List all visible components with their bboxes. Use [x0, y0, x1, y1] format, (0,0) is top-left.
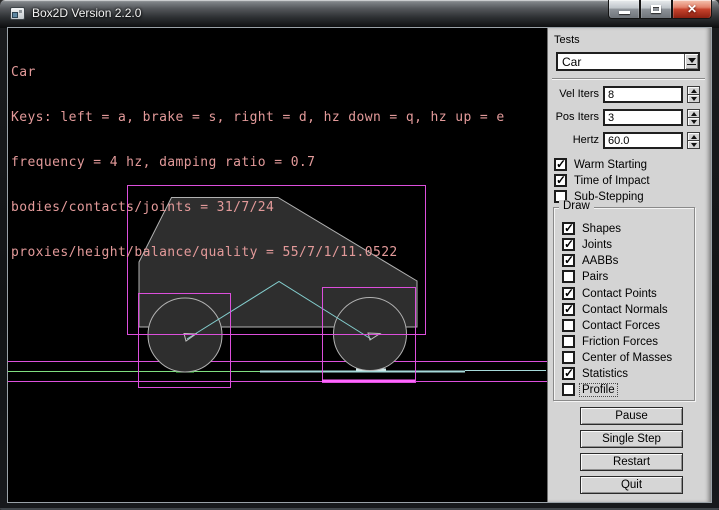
- checkbox-box[interactable]: [562, 351, 575, 364]
- checkbox-box[interactable]: [562, 270, 575, 283]
- checkbox-box[interactable]: [562, 287, 575, 300]
- pos-iters-input[interactable]: [603, 109, 683, 126]
- checkbox-contact-normals[interactable]: Contact Normals: [562, 303, 670, 316]
- spinner-up-button[interactable]: [687, 132, 700, 141]
- checkbox-pairs[interactable]: Pairs: [562, 270, 610, 283]
- vel-iters-spinner: [687, 86, 700, 103]
- draw-group-title: Draw: [559, 200, 594, 212]
- checkbox-label: Statistics: [580, 368, 630, 380]
- pos-iters-spinner: [687, 109, 700, 126]
- tests-dropdown-value: Car: [558, 55, 684, 69]
- stats-line-frequency: frequency = 4 hz, damping ratio = 0.7: [11, 155, 505, 170]
- checkbox-label: AABBs: [580, 255, 620, 267]
- checkbox-box[interactable]: [554, 174, 567, 187]
- tests-label: Tests: [554, 34, 580, 46]
- stats-text: Car Keys: left = a, brake = s, right = d…: [11, 35, 505, 290]
- checkbox-shapes[interactable]: Shapes: [562, 222, 623, 235]
- checkbox-time-of-impact[interactable]: Time of Impact: [554, 174, 652, 187]
- checkbox-warm-starting[interactable]: Warm Starting: [554, 158, 649, 171]
- triangle-up-icon: [691, 89, 697, 93]
- app-icon-dot: [19, 10, 22, 13]
- pos-iters-row: Pos Iters: [548, 109, 712, 126]
- checkbox-label: Contact Forces: [580, 320, 662, 332]
- checkbox-label: Shapes: [580, 223, 623, 235]
- pos-iters-label: Pos Iters: [548, 111, 599, 123]
- checkbox-box[interactable]: [562, 367, 575, 380]
- checkbox-profile[interactable]: Profile: [562, 383, 617, 396]
- maximize-button[interactable]: [640, 0, 672, 19]
- checkbox-label: Friction Forces: [580, 336, 660, 348]
- chevron-down-icon: [688, 58, 696, 63]
- spinner-down-button[interactable]: [687, 118, 700, 126]
- checkbox-box[interactable]: [562, 254, 575, 267]
- triangle-down-icon: [691, 97, 697, 101]
- checkbox-friction-forces[interactable]: Friction Forces: [562, 335, 660, 348]
- checkbox-box[interactable]: [562, 319, 575, 332]
- hertz-label: Hertz: [548, 134, 599, 146]
- spinner-down-button[interactable]: [687, 141, 700, 149]
- vel-iters-row: Vel Iters: [548, 86, 712, 103]
- hertz-row: Hertz: [548, 132, 712, 149]
- triangle-down-icon: [691, 120, 697, 124]
- checkbox-statistics[interactable]: Statistics: [562, 367, 630, 380]
- vel-iters-input[interactable]: [603, 86, 683, 103]
- chevron-underline: [687, 64, 696, 65]
- stats-line-proxies: proxies/height/balance/quality = 55/7/1/…: [11, 245, 505, 260]
- spinner-up-button[interactable]: [687, 109, 700, 118]
- stats-line-title: Car: [11, 65, 505, 80]
- checkbox-label: Warm Starting: [572, 159, 649, 171]
- triangle-down-icon: [691, 143, 697, 147]
- app-window: Box2D Version 2.2.0 ✕: [0, 0, 719, 510]
- minimize-icon: [619, 11, 630, 14]
- control-sidebar: Tests Car Vel Iters Pos Iters: [547, 28, 711, 502]
- tests-dropdown[interactable]: Car: [556, 52, 700, 71]
- separator: [552, 78, 705, 80]
- tests-dropdown-arrow-button[interactable]: [684, 54, 698, 69]
- stats-line-bodies: bodies/contacts/joints = 31/7/24: [11, 200, 505, 215]
- restart-button[interactable]: Restart: [580, 453, 683, 471]
- checkbox-label: Pairs: [580, 271, 610, 283]
- hertz-spinner: [687, 132, 700, 149]
- checkbox-label: Joints: [580, 239, 614, 251]
- vel-iters-label: Vel Iters: [548, 88, 599, 100]
- maximize-icon: [651, 5, 661, 13]
- single-step-button[interactable]: Single Step: [580, 430, 683, 448]
- checkbox-box[interactable]: [562, 383, 575, 396]
- pause-button[interactable]: Pause: [580, 407, 683, 425]
- window-title: Box2D Version 2.2.0: [32, 0, 141, 28]
- checkbox-label: Profile: [580, 384, 617, 396]
- hertz-input[interactable]: [603, 132, 683, 149]
- spinner-up-button[interactable]: [687, 86, 700, 95]
- checkbox-box[interactable]: [562, 335, 575, 348]
- triangle-up-icon: [691, 112, 697, 116]
- stats-line-keys: Keys: left = a, brake = s, right = d, hz…: [11, 110, 505, 125]
- checkbox-label: Contact Normals: [580, 304, 670, 316]
- checkbox-box[interactable]: [562, 238, 575, 251]
- close-icon: ✕: [687, 2, 697, 16]
- spinner-down-button[interactable]: [687, 95, 700, 103]
- checkbox-center-of-masses[interactable]: Center of Masses: [562, 351, 674, 364]
- client-area: Car Keys: left = a, brake = s, right = d…: [7, 27, 712, 503]
- quit-button[interactable]: Quit: [580, 476, 683, 494]
- checkbox-aabbs[interactable]: AABBs: [562, 254, 620, 267]
- checkbox-label: Center of Masses: [580, 352, 674, 364]
- checkbox-label: Contact Points: [580, 288, 659, 300]
- minimize-button[interactable]: [608, 0, 640, 19]
- title-bar[interactable]: Box2D Version 2.2.0 ✕: [0, 0, 719, 28]
- app-icon[interactable]: [10, 7, 25, 20]
- triangle-up-icon: [691, 135, 697, 139]
- checkbox-box[interactable]: [562, 303, 575, 316]
- checkbox-contact-points[interactable]: Contact Points: [562, 287, 659, 300]
- app-icon-pane: [12, 12, 18, 18]
- close-button[interactable]: ✕: [672, 0, 712, 19]
- checkbox-box[interactable]: [562, 222, 575, 235]
- simulation-canvas[interactable]: Car Keys: left = a, brake = s, right = d…: [8, 28, 547, 502]
- checkbox-contact-forces[interactable]: Contact Forces: [562, 319, 662, 332]
- checkbox-box[interactable]: [554, 158, 567, 171]
- window-controls: ✕: [608, 0, 712, 19]
- checkbox-joints[interactable]: Joints: [562, 238, 614, 251]
- checkbox-label: Time of Impact: [572, 175, 652, 187]
